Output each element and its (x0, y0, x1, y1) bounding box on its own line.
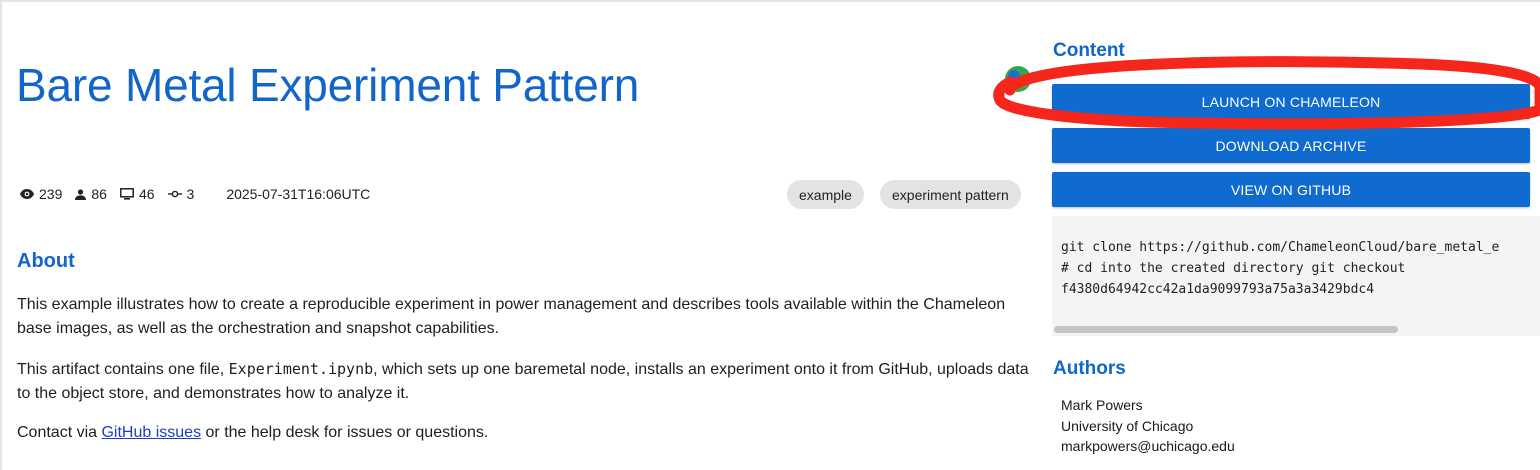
github-issues-link[interactable]: GitHub issues (101, 424, 201, 441)
download-archive-button[interactable]: DOWNLOAD ARCHIVE (1052, 128, 1530, 163)
about-heading: About (17, 250, 75, 272)
code-scrollbar-thumb[interactable] (1054, 326, 1398, 333)
eye-icon (20, 189, 34, 199)
about-p3-text-b: or the help desk for issues or questions… (201, 424, 489, 441)
launches-count: 46 (138, 186, 155, 202)
authors-heading: Authors (1053, 358, 1126, 379)
versions-count: 3 (186, 186, 195, 202)
author-affiliation: University of Chicago (1061, 418, 1194, 434)
about-p2-text-a: This artifact contains one file, (17, 361, 229, 378)
notebook-filename: Experiment.ipynb (228, 360, 374, 378)
chameleon-logo-icon (1005, 66, 1031, 92)
about-paragraph-2: This artifact contains one file, Experim… (17, 357, 1037, 406)
author-name: Mark Powers (1061, 397, 1143, 413)
tag-example[interactable]: example (787, 180, 864, 209)
about-paragraph-1: This example illustrates how to create a… (17, 296, 1006, 337)
view-on-github-button[interactable]: VIEW ON GITHUB (1052, 172, 1530, 207)
git-clone-code-block[interactable]: git clone https://github.com/ChameleonCl… (1052, 216, 1540, 336)
launch-on-chameleon-button[interactable]: LAUNCH ON CHAMELEON (1052, 84, 1530, 119)
content-heading: Content (1053, 40, 1125, 61)
person-icon (75, 188, 87, 200)
author-email: markpowers@uchicago.edu (1061, 438, 1235, 454)
git-clone-code: git clone https://github.com/ChameleonCl… (1061, 240, 1500, 297)
commit-icon (167, 190, 182, 198)
views-count: 239 (39, 186, 63, 202)
users-count: 86 (91, 186, 107, 202)
artifact-date: 2025-07-31T16:06UTC (226, 186, 371, 202)
tag-experiment-pattern[interactable]: experiment pattern (880, 180, 1021, 209)
artifact-stats: 239 86 46 3 2025-07-31T16:06UTC (20, 184, 370, 204)
users-stat: 86 (75, 186, 107, 202)
about-p3-text-a: Contact via (17, 424, 102, 441)
page-title: Bare Metal Experiment Pattern (16, 59, 640, 111)
views-stat: 239 (20, 186, 62, 202)
launches-stat: 46 (119, 186, 155, 202)
versions-stat: 3 (167, 186, 195, 202)
about-paragraph-3: Contact via GitHub issues or the help de… (17, 421, 1037, 445)
monitor-icon (119, 188, 134, 200)
